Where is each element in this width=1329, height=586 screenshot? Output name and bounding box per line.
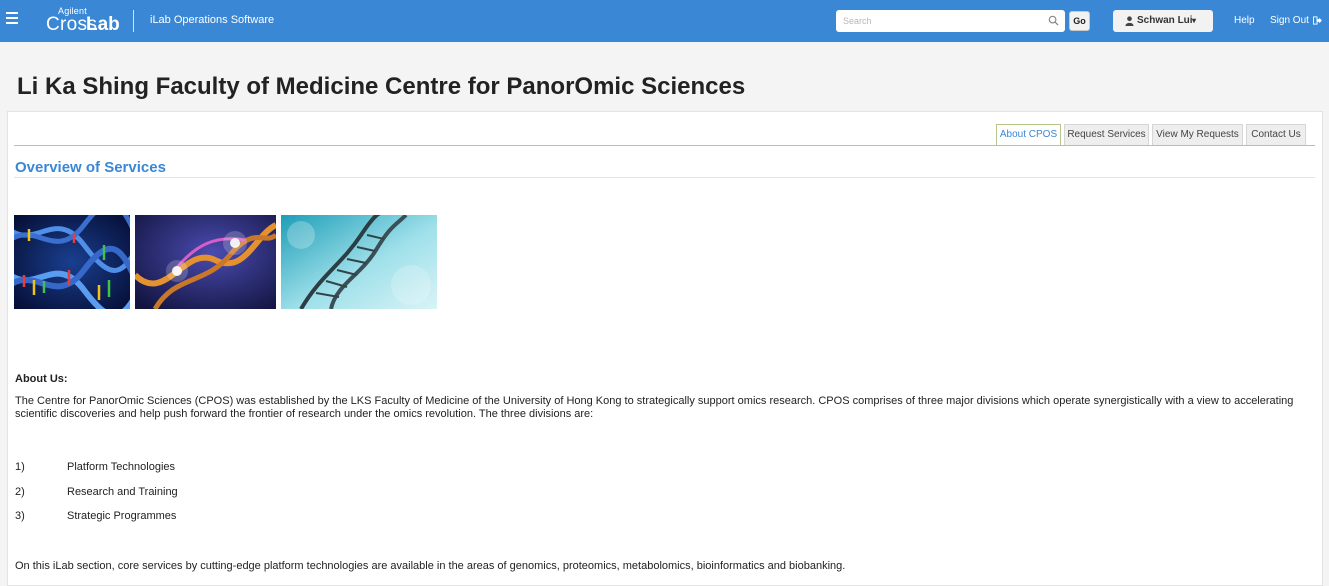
list-item-number: 2) (15, 486, 25, 498)
tab-underline (14, 145, 1315, 146)
content-panel (7, 111, 1323, 586)
dna-image-2 (135, 215, 276, 309)
about-us-paragraph: The Centre for PanorOmic Sciences (CPOS)… (15, 395, 1294, 420)
services-summary-text: On this iLab section, core services by c… (15, 560, 846, 572)
go-button[interactable]: Go (1069, 11, 1090, 31)
logo-lab-text: Lab (86, 14, 120, 35)
tab-view-my-requests[interactable]: View My Requests (1152, 124, 1243, 146)
user-name: Schwan Lui (1137, 15, 1193, 26)
page-title: Li Ka Shing Faculty of Medicine Centre f… (17, 73, 746, 100)
overview-title: Overview of Services (15, 159, 166, 176)
header-divider (133, 10, 134, 32)
dna-image-3 (281, 215, 437, 309)
list-item-number: 1) (15, 461, 25, 473)
top-navbar: Agilent Cross Lab iLab Operations Softwa… (0, 0, 1329, 42)
section-divider (14, 177, 1315, 178)
sign-out-icon[interactable] (1313, 16, 1322, 25)
dna-image-1 (14, 215, 130, 309)
search-box (836, 10, 1065, 32)
tab-contact-us[interactable]: Contact Us (1246, 124, 1306, 146)
tab-request-services[interactable]: Request Services (1064, 124, 1149, 146)
list-item-number: 3) (15, 510, 25, 522)
list-item-text: Research and Training (67, 486, 178, 498)
search-input[interactable] (836, 10, 1041, 32)
user-icon (1125, 16, 1134, 26)
app-name: iLab Operations Software (150, 14, 275, 26)
help-link[interactable]: Help (1234, 15, 1255, 26)
caret-down-icon: ▾ (1192, 16, 1197, 25)
tab-about-cpos[interactable]: About CPOS (996, 124, 1061, 146)
user-menu-button[interactable]: Schwan Lui ▾ (1113, 10, 1213, 32)
about-us-heading: About Us: (15, 373, 68, 385)
list-item-text: Strategic Programmes (67, 510, 177, 522)
list-item-text: Platform Technologies (67, 461, 176, 473)
search-icon[interactable] (1048, 15, 1059, 26)
sign-out-link[interactable]: Sign Out (1270, 15, 1309, 26)
hamburger-icon[interactable] (6, 12, 18, 26)
